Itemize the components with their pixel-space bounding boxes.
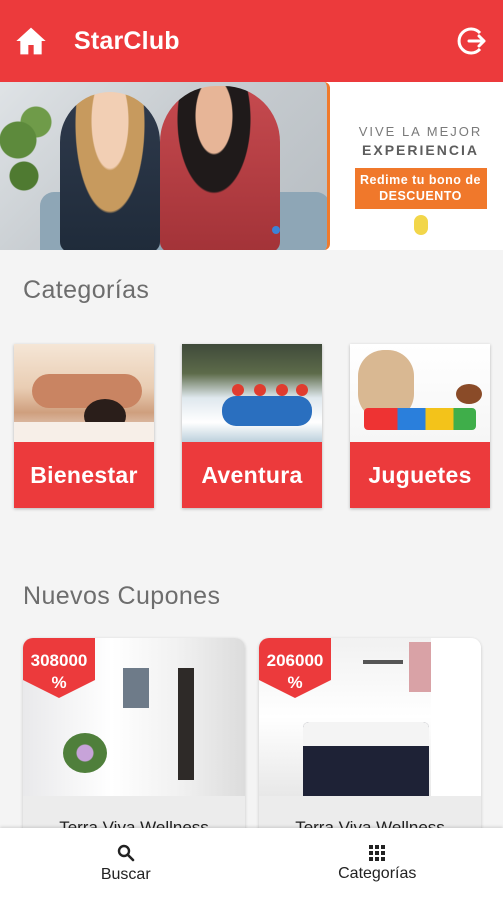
banner-photo	[0, 82, 330, 250]
bottom-navigation: Buscar Categorías	[0, 828, 503, 900]
category-label: Bienestar	[14, 442, 154, 508]
promo-banner[interactable]: VIVE LA MEJOR EXPERIENCIA Redime tu bono…	[0, 82, 503, 250]
category-image	[350, 344, 490, 442]
category-label: Aventura	[182, 442, 322, 508]
app-title: StarClub	[74, 26, 180, 55]
logout-icon	[457, 27, 486, 55]
nav-label: Buscar	[100, 866, 151, 883]
promo-text: VIVE LA MEJOR EXPERIENCIA Redime tu bono…	[338, 82, 503, 250]
discount-value: 206000	[266, 651, 324, 670]
search-icon	[117, 844, 135, 862]
logout-button[interactable]	[455, 24, 489, 58]
grid-icon	[369, 845, 386, 861]
category-image	[182, 344, 322, 442]
category-image	[14, 344, 154, 442]
home-icon	[16, 27, 46, 55]
category-label: Juguetes	[350, 442, 490, 508]
promo-redeem-label: Redime tu bono de DESCUENTO	[354, 168, 487, 209]
nav-buscar[interactable]: Buscar	[0, 828, 252, 900]
discount-value: 308000	[30, 651, 88, 670]
categories-heading: Categorías	[23, 276, 150, 304]
coupons-heading: Nuevos Cupones	[23, 582, 221, 610]
category-card-bienestar[interactable]: Bienestar	[14, 344, 154, 508]
app-bar: StarClub	[0, 0, 503, 82]
home-button[interactable]	[12, 22, 50, 60]
promo-line1: VIVE LA MEJOR	[358, 124, 483, 139]
category-card-aventura[interactable]: Aventura	[182, 344, 322, 508]
promo-line2: EXPERIENCIA	[362, 142, 479, 158]
carousel-indicator	[272, 226, 280, 234]
category-card-juguetes[interactable]: Juguetes	[350, 344, 490, 508]
pointer-hand-icon	[413, 215, 428, 235]
nav-label: Categorías	[338, 865, 417, 882]
nav-categorias[interactable]: Categorías	[252, 828, 503, 900]
